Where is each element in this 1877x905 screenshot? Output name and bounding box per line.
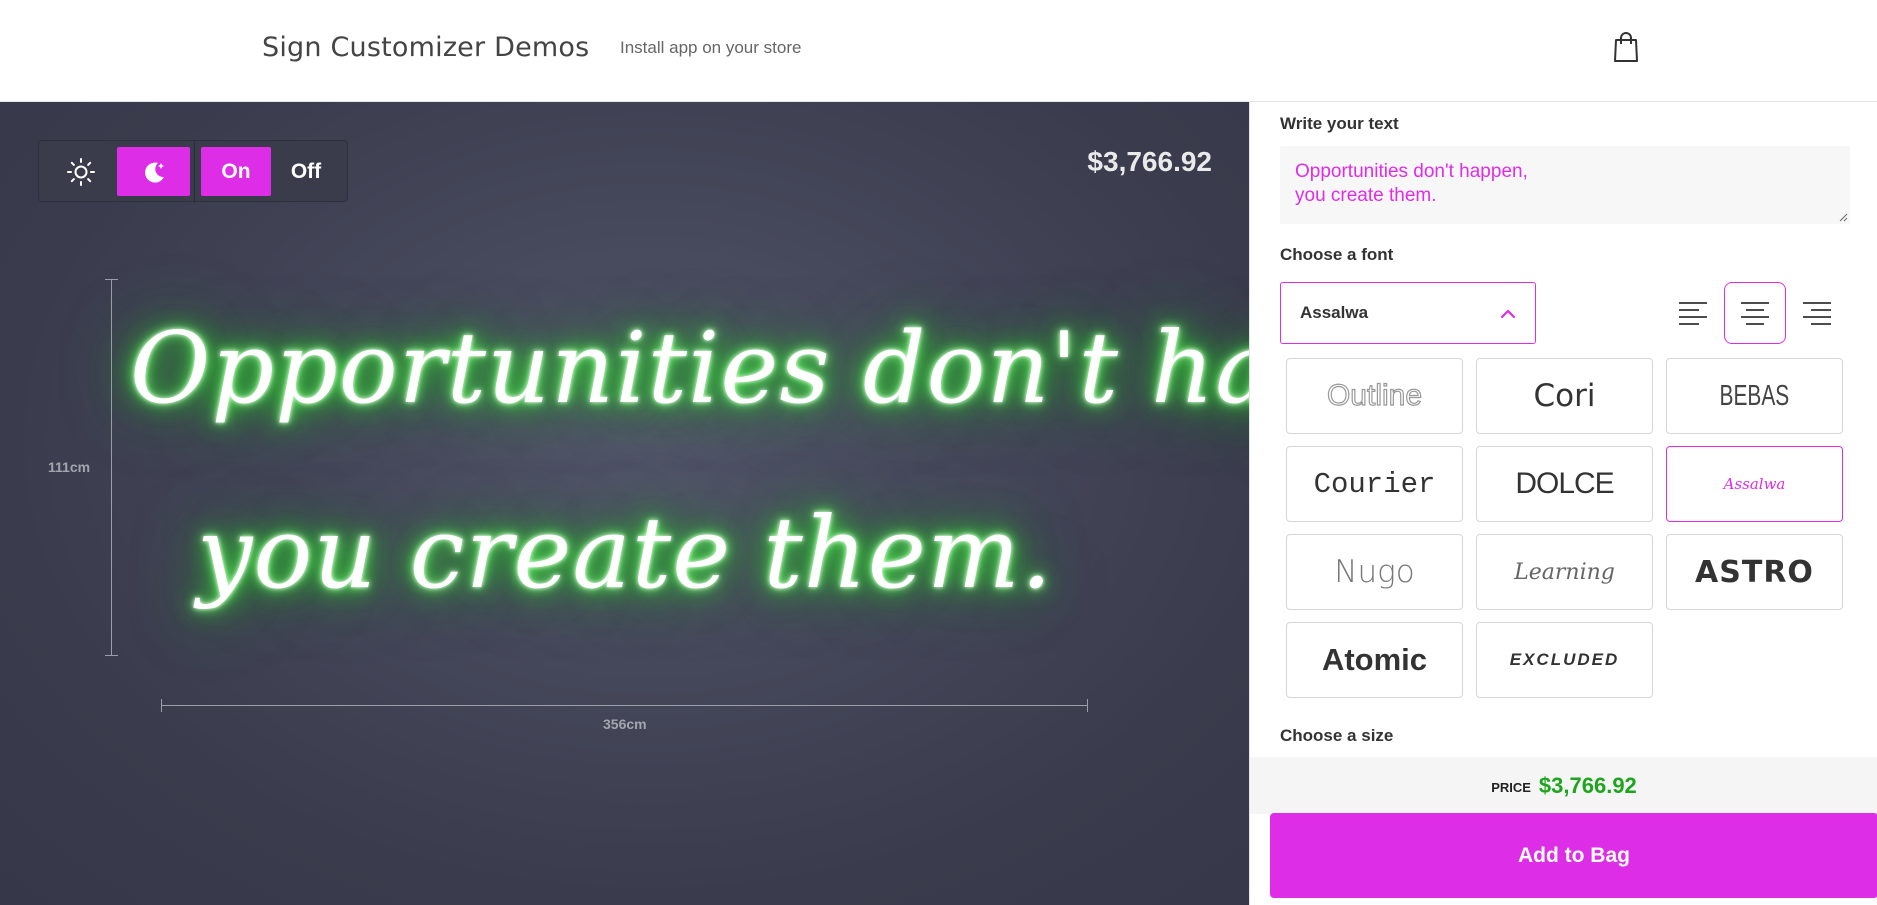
align-left-icon [1679,302,1707,325]
text-section-label: Write your text [1280,114,1399,133]
align-right-button[interactable] [1786,282,1848,344]
width-dimension-label: 356cm [603,716,647,732]
price-label: PRICE [1491,779,1531,795]
width-dimension-line [161,699,1088,712]
shopping-bag-icon [1614,32,1638,62]
toggle-divider [194,141,195,203]
customizer-panel: Write your text Opportunities don't happ… [1249,102,1877,905]
font-option-label: Outline [1326,378,1423,412]
align-left-button[interactable] [1662,282,1724,344]
font-option-astro[interactable]: ASTRO [1666,534,1843,610]
font-option-excluded[interactable]: EXCLUDED [1476,622,1653,698]
size-section-label: Choose a size [1280,726,1394,745]
dark-mode-button[interactable] [117,147,190,196]
sign-text-input[interactable]: Opportunities don't happen, you create t… [1280,146,1850,224]
light-mode-button[interactable] [45,147,117,196]
font-select-value: Assalwa [1300,303,1369,322]
align-center-icon [1741,302,1769,325]
price-value: $3,766.92 [1538,772,1637,798]
cart-icon[interactable] [1610,30,1642,64]
font-option-assalwa[interactable]: Assalwa [1666,446,1843,522]
brand-title[interactable]: Sign Customizer Demos [262,32,589,63]
neon-line-2: you create them. [197,497,1053,611]
font-option-label: Learning [1514,559,1615,585]
font-option-bebas[interactable]: BEBAS [1666,358,1843,434]
font-option-label: Atomic [1321,642,1428,677]
add-to-bag-button[interactable]: Add to Bag [1270,813,1877,898]
font-option-label: DOLCE [1515,467,1614,500]
install-app-link[interactable]: Install app on your store [620,38,801,58]
font-option-label: BEBAS [1719,379,1790,412]
font-option-label: Nugo [1334,554,1415,590]
neon-sign-text: Opportunities don't happen, you create t… [130,277,1249,647]
font-option-label: Cori [1533,378,1596,414]
align-center-button[interactable] [1724,282,1786,344]
light-off-button[interactable]: Off [271,147,341,196]
light-on-button[interactable]: On [201,147,271,196]
font-section-label: Choose a font [1280,245,1394,264]
align-right-icon [1803,302,1831,325]
sign-preview: On Off $3,766.92 111cm Opportunities don… [0,102,1249,905]
font-option-label: Courier [1313,467,1436,501]
chevron-up-icon [1500,309,1516,319]
height-dimension-label: 111cm [48,459,91,475]
font-option-label: EXCLUDED [1509,650,1620,669]
font-option-label: Assalwa [1723,475,1786,493]
resize-handle-icon[interactable] [1838,212,1848,222]
font-option-label: ASTRO [1695,554,1814,590]
font-option-cori[interactable]: Cori [1476,358,1653,434]
neon-line-1: Opportunities don't happen, [130,312,1249,426]
height-dimension-line [105,279,118,656]
sun-icon [67,157,95,186]
font-option-nugo[interactable]: Nugo [1286,534,1463,610]
moon-icon [144,162,164,183]
display-toggle-group: On Off [38,140,348,203]
font-select[interactable]: Assalwa [1280,282,1536,344]
font-option-dolce[interactable]: DOLCE [1476,446,1653,522]
font-option-learning[interactable]: Learning [1476,534,1653,610]
preview-price: $3,766.92 [1087,146,1212,177]
font-option-courier[interactable]: Courier [1286,446,1463,522]
font-option-atomic[interactable]: Atomic [1286,622,1463,698]
price-bar: PRICE $3,766.92 [1250,757,1877,814]
font-option-outline[interactable]: Outline [1286,358,1463,434]
site-header: Sign Customizer Demos Install app on you… [0,0,1877,102]
